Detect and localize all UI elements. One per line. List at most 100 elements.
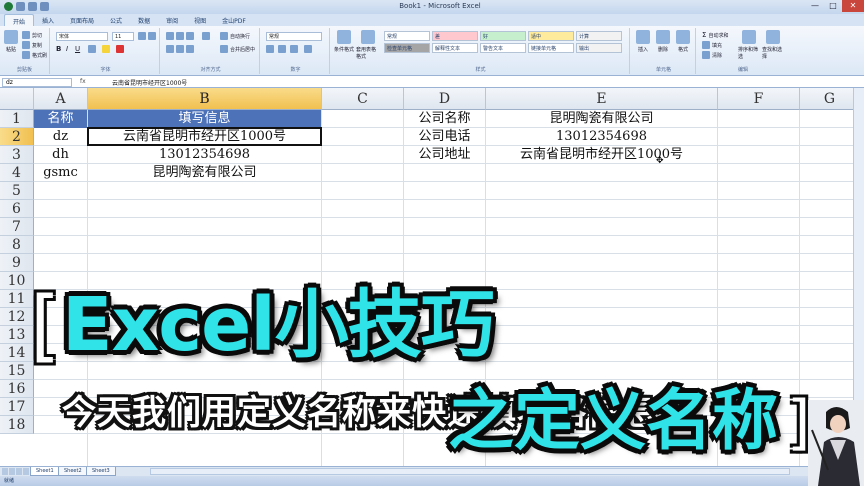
row-header[interactable]: 11 <box>0 290 34 308</box>
row-header[interactable]: 1 <box>0 110 34 128</box>
first-sheet-icon[interactable] <box>2 468 8 475</box>
row-header[interactable]: 14 <box>0 344 34 362</box>
font-name-select[interactable]: 宋体 <box>56 32 108 41</box>
cell-style-item[interactable]: 差 <box>432 31 478 41</box>
format-cells-button[interactable]: 格式 <box>676 30 690 53</box>
sheet-tab-1[interactable]: Sheet1 <box>30 467 60 476</box>
row-header[interactable]: 10 <box>0 272 34 290</box>
wrap-text-button[interactable]: 自动换行 <box>220 32 250 40</box>
column-header[interactable]: C <box>322 88 404 110</box>
formula-input[interactable]: 云南省昆明市经开区1000号 <box>112 78 187 87</box>
cell-e3[interactable]: 云南省昆明市经开区1000号 <box>486 146 717 164</box>
conditional-format-button[interactable]: 条件格式 <box>334 30 354 53</box>
close-button[interactable]: ✕ <box>842 0 864 12</box>
name-box[interactable]: dz <box>2 78 72 87</box>
cell-e2[interactable]: 13012354698 <box>486 128 717 146</box>
insert-cells-button[interactable]: 插入 <box>636 30 650 53</box>
font-size-select[interactable]: 11 <box>112 32 134 41</box>
align-right-button[interactable] <box>186 45 194 53</box>
row-header[interactable]: 5 <box>0 182 34 200</box>
sheet-tab-3[interactable]: Sheet3 <box>86 467 116 476</box>
cell-style-item[interactable]: 常规 <box>384 31 430 41</box>
sheet-tab-2[interactable]: Sheet2 <box>58 467 88 476</box>
decimal-button[interactable] <box>304 45 312 53</box>
cell-a3[interactable]: dh <box>34 146 87 164</box>
format-painter-button[interactable]: 格式刷 <box>22 51 47 59</box>
fill-button[interactable]: 填充 <box>702 41 722 49</box>
row-header[interactable]: 15 <box>0 362 34 380</box>
row-header[interactable]: 4 <box>0 164 34 182</box>
next-sheet-icon[interactable] <box>16 468 22 475</box>
maximize-button[interactable]: □ <box>824 0 842 12</box>
cell-e1[interactable]: 昆明陶瓷有限公司 <box>486 110 717 128</box>
underline-button[interactable]: U <box>75 45 80 53</box>
row-header[interactable]: 17 <box>0 398 34 416</box>
cell-d2[interactable]: 公司电话 <box>404 128 485 146</box>
sort-filter-button[interactable]: 排序和筛选 <box>738 30 760 60</box>
tab-page-layout[interactable]: 页面布局 <box>62 14 102 26</box>
tab-data[interactable]: 数据 <box>130 14 158 26</box>
cell-a4[interactable]: gsmc <box>34 164 87 182</box>
grow-font-button[interactable] <box>138 32 146 40</box>
tab-insert[interactable]: 插入 <box>34 14 62 26</box>
column-header[interactable]: G <box>800 88 860 110</box>
clear-button[interactable]: 清除 <box>702 51 722 59</box>
table-format-button[interactable]: 套用表格格式 <box>356 30 380 60</box>
row-header[interactable]: 12 <box>0 308 34 326</box>
last-sheet-icon[interactable] <box>23 468 29 475</box>
cell-a2[interactable]: dz <box>34 128 87 146</box>
comma-button[interactable] <box>290 45 298 53</box>
cell-b4[interactable]: 昆明陶瓷有限公司 <box>88 164 321 182</box>
merge-center-button[interactable]: 合并后居中 <box>220 45 255 53</box>
italic-button[interactable]: I <box>66 45 68 53</box>
align-left-button[interactable] <box>166 45 174 53</box>
save-icon[interactable] <box>16 2 25 11</box>
orientation-button[interactable] <box>202 32 210 40</box>
cell-a1[interactable]: 名称 <box>34 110 87 128</box>
font-color-button[interactable] <box>116 45 124 53</box>
cell-d3[interactable]: 公司地址 <box>404 146 485 164</box>
fill-color-button[interactable] <box>102 45 110 53</box>
row-header[interactable]: 16 <box>0 380 34 398</box>
row-header[interactable]: 3 <box>0 146 34 164</box>
office-logo-icon[interactable] <box>4 2 13 11</box>
cell-style-item[interactable]: 警告文本 <box>480 43 526 53</box>
row-header[interactable]: 8 <box>0 236 34 254</box>
tab-view[interactable]: 视图 <box>186 14 214 26</box>
undo-icon[interactable] <box>28 2 37 11</box>
cell-b3[interactable]: 13012354698 <box>88 146 321 164</box>
horizontal-scrollbar[interactable] <box>150 468 790 475</box>
tab-pdf[interactable]: 金山PDF <box>214 14 254 26</box>
column-header[interactable]: F <box>718 88 800 110</box>
row-header[interactable]: 6 <box>0 200 34 218</box>
currency-button[interactable] <box>266 45 274 53</box>
shrink-font-button[interactable] <box>148 32 156 40</box>
find-select-button[interactable]: 查找和选择 <box>762 30 784 60</box>
cell-style-item[interactable]: 适中 <box>528 31 574 41</box>
column-header[interactable]: D <box>404 88 486 110</box>
tab-home[interactable]: 开始 <box>4 14 35 26</box>
paste-button[interactable]: 粘贴 <box>4 30 18 53</box>
tab-formulas[interactable]: 公式 <box>102 14 130 26</box>
tab-review[interactable]: 审阅 <box>158 14 186 26</box>
column-header[interactable]: E <box>486 88 718 110</box>
cell-style-item[interactable]: 计算 <box>576 31 622 41</box>
percent-button[interactable] <box>278 45 286 53</box>
row-header[interactable]: 2 <box>0 128 34 146</box>
cell-b1[interactable]: 填写信息 <box>88 110 321 128</box>
align-center-button[interactable] <box>176 45 184 53</box>
cell-style-item[interactable]: 输出 <box>576 43 622 53</box>
copy-button[interactable]: 复制 <box>22 41 42 49</box>
bold-button[interactable]: B <box>56 45 61 53</box>
fx-icon[interactable]: fx <box>80 78 86 85</box>
row-header[interactable]: 13 <box>0 326 34 344</box>
prev-sheet-icon[interactable] <box>9 468 15 475</box>
number-format-select[interactable]: 常规 <box>266 32 322 41</box>
redo-icon[interactable] <box>40 2 49 11</box>
cut-button[interactable]: 剪切 <box>22 31 42 39</box>
align-top-button[interactable] <box>166 32 174 40</box>
row-header[interactable]: 7 <box>0 218 34 236</box>
cell-style-item[interactable]: 检查单元格 <box>384 43 430 53</box>
delete-cells-button[interactable]: 删除 <box>656 30 670 53</box>
align-middle-button[interactable] <box>176 32 184 40</box>
